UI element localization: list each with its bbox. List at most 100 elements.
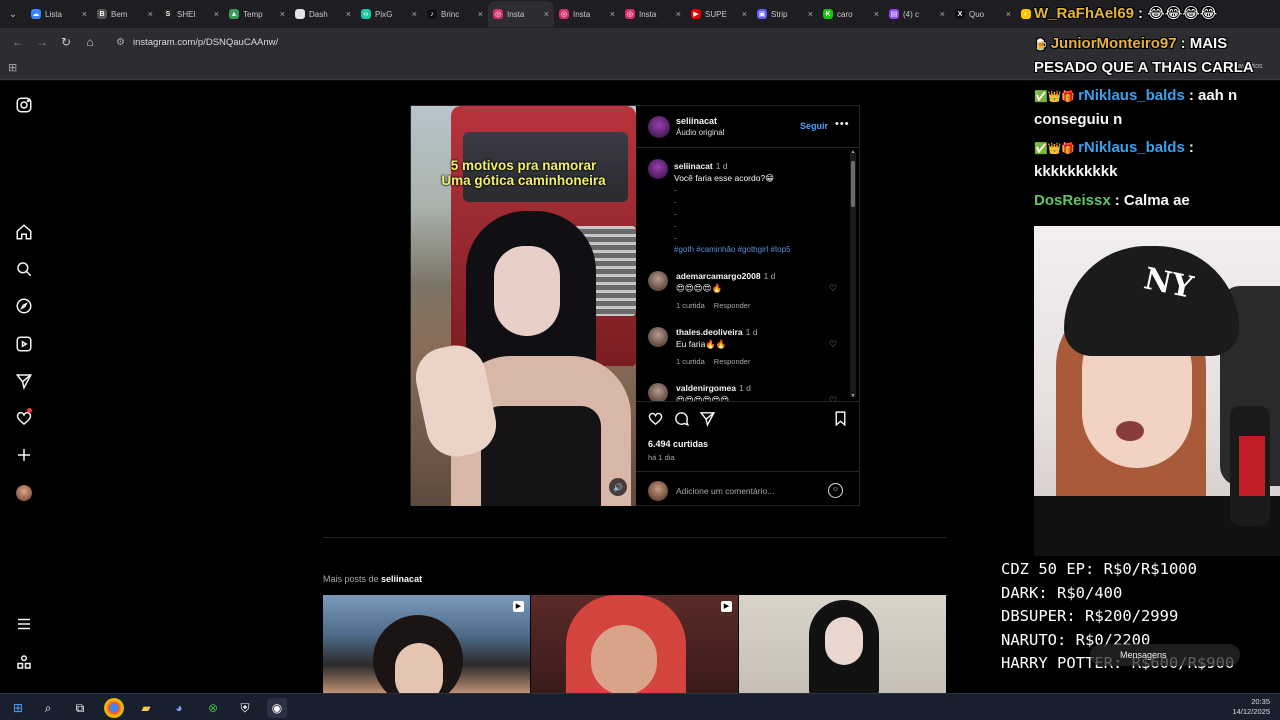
comment-likes[interactable]: 1 curtida	[676, 357, 705, 366]
like-comment-heart-icon[interactable]: ♡	[829, 339, 837, 350]
start-windows-icon[interactable]: ⊞	[8, 698, 28, 718]
tab-search-chevron-icon[interactable]: ⌄	[0, 0, 26, 28]
post-thumbnail[interactable]: ▶	[323, 595, 530, 693]
messages-button[interactable]: Mensagens	[1090, 644, 1240, 666]
likes-count[interactable]: 6.494 curtidas	[648, 439, 708, 449]
browser-tab[interactable]: Kcaro ×	[818, 1, 884, 27]
reel-video[interactable]: 5 motivos pra namorar Uma gótica caminho…	[411, 106, 636, 506]
notifications-heart-icon[interactable]	[14, 408, 34, 428]
emoji-picker-icon[interactable]: ☺	[828, 483, 843, 498]
browser-tab[interactable]: ☁ Lista ×	[26, 1, 92, 27]
scroll-up-arrow-icon[interactable]: ▲	[850, 149, 856, 155]
comment-username[interactable]: thales.deoliveira	[676, 327, 743, 337]
reply-button[interactable]: Responder	[714, 357, 751, 366]
home-icon[interactable]	[14, 222, 34, 242]
tab-close-icon[interactable]: ×	[742, 9, 747, 19]
tab-close-icon[interactable]: ×	[214, 9, 219, 19]
obs-studio-icon[interactable]: ◉	[267, 698, 287, 718]
reload-icon[interactable]: ↻	[54, 30, 78, 54]
caption-hashtags[interactable]: #goth #caminhão #gothgirl #top5	[674, 245, 791, 254]
tab-close-icon[interactable]: ×	[1006, 9, 1011, 19]
caption-author-avatar[interactable]	[648, 159, 668, 179]
follow-button[interactable]: Seguir	[800, 121, 828, 131]
browser-tab[interactable]: ▲ Temp ×	[224, 1, 290, 27]
tab-close-icon[interactable]: ×	[346, 9, 351, 19]
search-icon[interactable]	[14, 259, 34, 279]
chrome-icon[interactable]	[104, 698, 124, 718]
direct-messages-icon[interactable]	[14, 371, 34, 391]
forward-arrow-icon[interactable]: →	[30, 30, 54, 54]
instagram-logo-icon[interactable]	[14, 95, 34, 115]
browser-tab[interactable]: S SHEI ×	[158, 1, 224, 27]
apps-grid-icon[interactable]: ⊞	[8, 61, 17, 74]
search-icon[interactable]: ⌕	[38, 698, 58, 718]
file-explorer-icon[interactable]: ▰	[136, 698, 156, 718]
browser-tab[interactable]: ▣ Strip ×	[752, 1, 818, 27]
reels-icon[interactable]	[14, 334, 34, 354]
comment-likes[interactable]: 1 curtida	[676, 301, 705, 310]
browser-tab[interactable]: ▶ SUPE ×	[686, 1, 752, 27]
scrollbar-thumb[interactable]	[851, 161, 855, 207]
create-plus-icon[interactable]	[14, 445, 34, 465]
address-bar[interactable]: ⚙ instagram.com/p/DSNQauCAAnw/	[108, 31, 1008, 53]
profile-avatar[interactable]	[14, 483, 34, 503]
mute-toggle-icon[interactable]: 🔊	[609, 478, 627, 496]
scroll-down-arrow-icon[interactable]: ▼	[850, 393, 856, 399]
tab-label: Bem	[111, 9, 128, 19]
like-comment-heart-icon[interactable]: ♡	[829, 283, 837, 294]
tab-close-icon[interactable]: ×	[676, 9, 681, 19]
comment-input[interactable]: Adicione um comentário...	[676, 486, 774, 496]
comment-avatar[interactable]	[648, 383, 668, 401]
comment-avatar[interactable]	[648, 271, 668, 291]
more-apps-icon[interactable]	[14, 652, 34, 672]
comments-scrollbar[interactable]: ▲ ▼	[850, 149, 856, 399]
browser-tab[interactable]: ‹› PixG ×	[356, 1, 422, 27]
tab-close-icon[interactable]: ×	[544, 9, 549, 19]
tab-close-icon[interactable]: ×	[82, 9, 87, 19]
task-view-icon[interactable]: ⧉	[70, 698, 90, 718]
tab-close-icon[interactable]: ×	[610, 9, 615, 19]
like-heart-icon[interactable]	[647, 410, 665, 428]
tab-close-icon[interactable]: ×	[280, 9, 285, 19]
post-thumbnail[interactable]	[739, 595, 946, 693]
save-bookmark-icon[interactable]	[832, 410, 850, 428]
browser-tab[interactable]: ◎ Insta ×	[488, 1, 554, 27]
more-options-icon[interactable]: •••	[835, 118, 850, 130]
comment-username[interactable]: valdenirgomea	[676, 383, 736, 393]
comment-bubble-icon[interactable]	[673, 410, 691, 428]
menu-hamburger-icon[interactable]	[14, 614, 34, 634]
browser-tab[interactable]: B Bem ×	[92, 1, 158, 27]
system-clock[interactable]: 20:35 14/12/2025	[1232, 697, 1270, 717]
browser-tab[interactable]: ♪ Brinc ×	[422, 1, 488, 27]
tab-close-icon[interactable]: ×	[412, 9, 417, 19]
original-audio-link[interactable]: Áudio original	[676, 128, 724, 137]
tab-close-icon[interactable]: ×	[478, 9, 483, 19]
browser-tab[interactable]: ▤ (4) c ×	[884, 1, 950, 27]
comments-list[interactable]: seliinacat 1 d Você faria esse acordo?😁 .…	[636, 149, 860, 401]
caption-username[interactable]: seliinacat	[674, 161, 713, 171]
xbox-icon[interactable]: ⊗	[203, 698, 223, 718]
browser-tab[interactable]: ◯ Dash ×	[290, 1, 356, 27]
author-username[interactable]: seliinacat	[676, 116, 717, 126]
back-arrow-icon[interactable]: ←	[6, 30, 30, 54]
comment-avatar[interactable]	[648, 327, 668, 347]
security-shield-icon[interactable]: ⛨	[235, 698, 255, 718]
home-icon[interactable]: ⌂	[78, 30, 102, 54]
site-info-icon[interactable]: ⚙	[116, 37, 125, 48]
discord-icon[interactable]: ◕	[169, 698, 189, 718]
reply-button[interactable]: Responder	[714, 301, 751, 310]
comment-username[interactable]: ademarcamargo2008	[676, 271, 761, 281]
author-avatar[interactable]	[648, 116, 670, 138]
tab-close-icon[interactable]: ×	[148, 9, 153, 19]
browser-tab[interactable]: ◎ Insta ×	[554, 1, 620, 27]
tab-close-icon[interactable]: ×	[940, 9, 945, 19]
browser-tab[interactable]: ◎ Insta ×	[620, 1, 686, 27]
tab-close-icon[interactable]: ×	[808, 9, 813, 19]
tab-close-icon[interactable]: ×	[874, 9, 879, 19]
explore-compass-icon[interactable]	[14, 296, 34, 316]
browser-tab[interactable]: X Quo ×	[950, 1, 1016, 27]
post-thumbnail[interactable]: ▶	[531, 595, 738, 693]
tab-favicon-icon: ◎	[625, 9, 635, 19]
more-posts-username[interactable]: seliinacat	[381, 574, 422, 584]
share-send-icon[interactable]	[699, 410, 717, 428]
